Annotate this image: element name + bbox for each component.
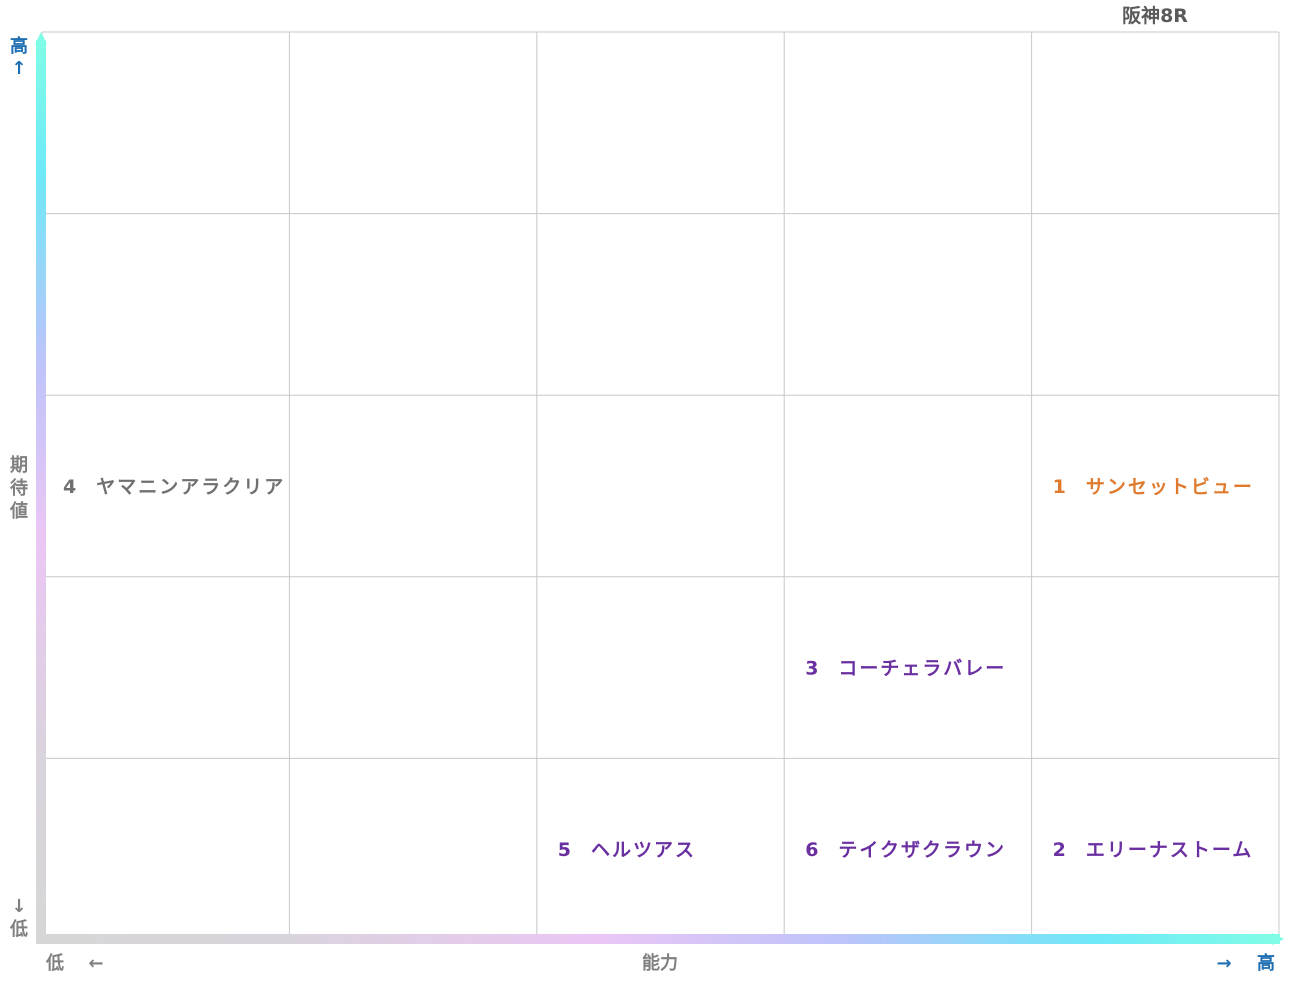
y-title-char-1: 期 xyxy=(10,455,28,476)
horse-label-5: 5 ヘルツアス xyxy=(558,839,696,861)
horse-number: 3 xyxy=(805,658,818,680)
horse-number: 4 xyxy=(63,476,76,498)
y-down-arrow: ↓ xyxy=(11,896,26,917)
horse-number: 6 xyxy=(805,839,818,861)
race-title: 阪神8R xyxy=(1122,4,1188,27)
horse-label-2: 2 エリーナストーム xyxy=(1053,839,1254,861)
y-axis-bar xyxy=(36,40,46,944)
x-high-label: 高 xyxy=(1257,952,1275,974)
y-high-label: 高 xyxy=(10,35,28,57)
horse-name: ヤマニンアラクリア xyxy=(96,476,285,498)
horse-label-1: 1 サンセットビュー xyxy=(1053,476,1254,498)
x-left-arrow: ← xyxy=(88,953,103,974)
horse-name: サンセットビュー xyxy=(1086,476,1254,498)
horse-name: エリーナストーム xyxy=(1086,839,1253,861)
x-right-arrow: → xyxy=(1216,953,1231,974)
horse-number: 2 xyxy=(1053,839,1066,861)
y-title-char-2: 待 xyxy=(10,477,28,499)
horse-name: コーチェラバレー xyxy=(838,658,1006,680)
horse-name: テイクザクラウン xyxy=(838,839,1006,861)
horse-number: 1 xyxy=(1053,476,1066,498)
x-low-label: 低 xyxy=(45,952,64,974)
horse-label-6: 6 テイクザクラウン xyxy=(805,839,1006,861)
horse-label-3: 3 コーチェラバレー xyxy=(805,658,1006,680)
horse-number: 5 xyxy=(558,839,571,861)
points: 1 サンセットビュー 4 ヤマニンアラクリア 3 コーチェラバレー 5 ヘルツアス 6 テイクザク… xyxy=(63,476,1254,861)
y-title-char-3: 値 xyxy=(9,500,28,522)
y-axis-arrowhead xyxy=(35,32,47,44)
x-title: 能力 xyxy=(642,952,678,974)
y-up-arrow: ↑ xyxy=(11,58,26,79)
chart: 阪神8R 高 ↑ 期 待 値 ↓ 低 低 ← 能力 → 高 1 サンセットビュー 4… xyxy=(9,4,1284,974)
y-low-label: 低 xyxy=(9,918,28,940)
horse-label-4: 4 ヤマニンアラクリア xyxy=(63,476,285,498)
horse-name: ヘルツアス xyxy=(591,839,696,861)
x-axis-bar xyxy=(36,934,1280,944)
